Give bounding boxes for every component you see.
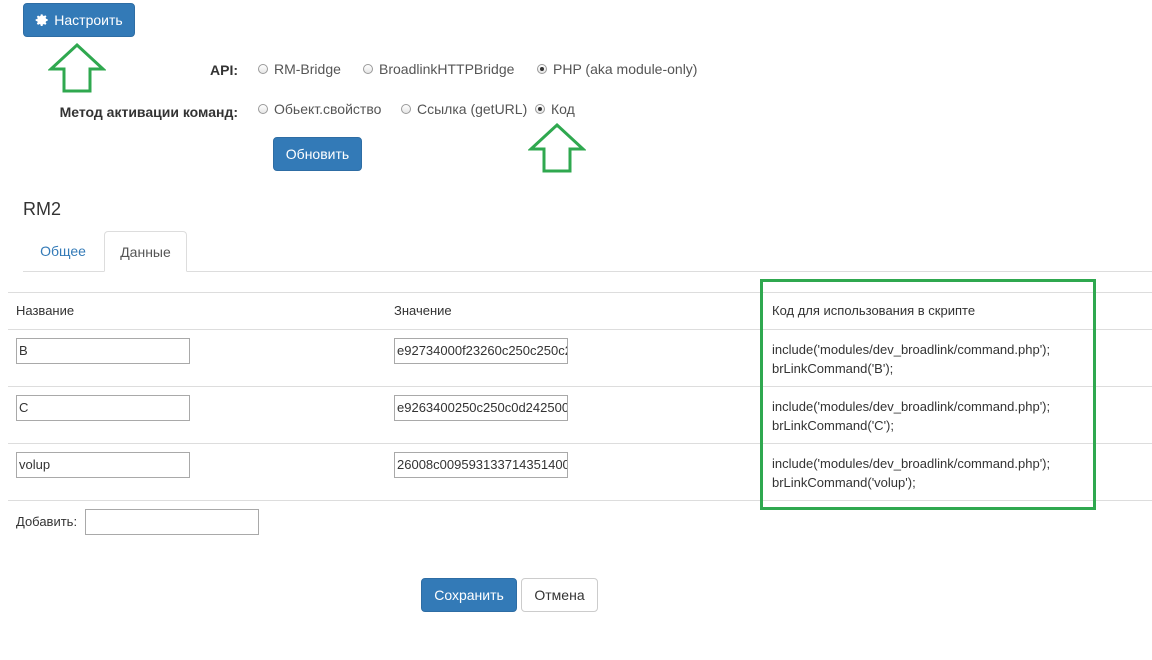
radio-api-broadlinkhttpbridge[interactable]: BroadlinkHTTPBridge: [363, 61, 514, 77]
radio-label: Код: [551, 101, 575, 117]
api-label: API:: [210, 62, 238, 78]
radio-api-rm-bridge[interactable]: RM-Bridge: [258, 61, 341, 77]
highlight-box: [760, 279, 1096, 510]
cancel-button[interactable]: Отмена: [521, 578, 598, 612]
save-button[interactable]: Сохранить: [421, 578, 517, 612]
value-input[interactable]: e92734000f23260c250c250c250c250c: [394, 338, 568, 364]
radio-method-code[interactable]: Код: [535, 101, 575, 117]
radio-method-object-property[interactable]: Обьект.свойство: [258, 101, 381, 117]
radio-api-php[interactable]: PHP (aka module-only): [537, 61, 697, 77]
column-header-value: Значение: [394, 303, 452, 318]
radio-icon[interactable]: [363, 64, 373, 74]
value-input[interactable]: 26008c009593133714351400140c0d24: [394, 452, 568, 478]
name-input[interactable]: volup: [16, 452, 190, 478]
arrow-up-icon: [528, 122, 586, 173]
configure-button[interactable]: Настроить: [23, 3, 135, 37]
name-input[interactable]: B: [16, 338, 190, 364]
tab-general[interactable]: Общее: [23, 231, 103, 271]
name-input[interactable]: C: [16, 395, 190, 421]
radio-label: Ссылка (getURL): [417, 101, 528, 117]
radio-label: Обьект.свойство: [274, 101, 382, 117]
radio-icon[interactable]: [258, 104, 268, 114]
radio-icon[interactable]: [258, 64, 268, 74]
value-input[interactable]: e9263400250c250c0d242500250c250c: [394, 395, 568, 421]
radio-icon-checked[interactable]: [535, 104, 545, 114]
radio-icon[interactable]: [401, 104, 411, 114]
tabs-divider: [23, 271, 1152, 272]
radio-label: BroadlinkHTTPBridge: [379, 61, 515, 77]
gear-icon: [35, 14, 48, 26]
arrow-up-icon: [48, 42, 106, 93]
column-header-name: Название: [16, 303, 75, 318]
radio-method-geturl[interactable]: Ссылка (getURL): [401, 101, 527, 117]
radio-label: PHP (aka module-only): [553, 61, 698, 77]
add-label: Добавить:: [16, 514, 78, 529]
tab-data[interactable]: Данные: [104, 231, 187, 272]
update-button[interactable]: Обновить: [273, 137, 362, 171]
configure-label: Настроить: [54, 12, 123, 28]
add-input[interactable]: [85, 509, 259, 535]
radio-icon-checked[interactable]: [537, 64, 547, 74]
device-title: RM2: [23, 199, 62, 219]
radio-label: RM-Bridge: [274, 61, 341, 77]
method-label: Метод активации команд:: [59, 104, 238, 120]
